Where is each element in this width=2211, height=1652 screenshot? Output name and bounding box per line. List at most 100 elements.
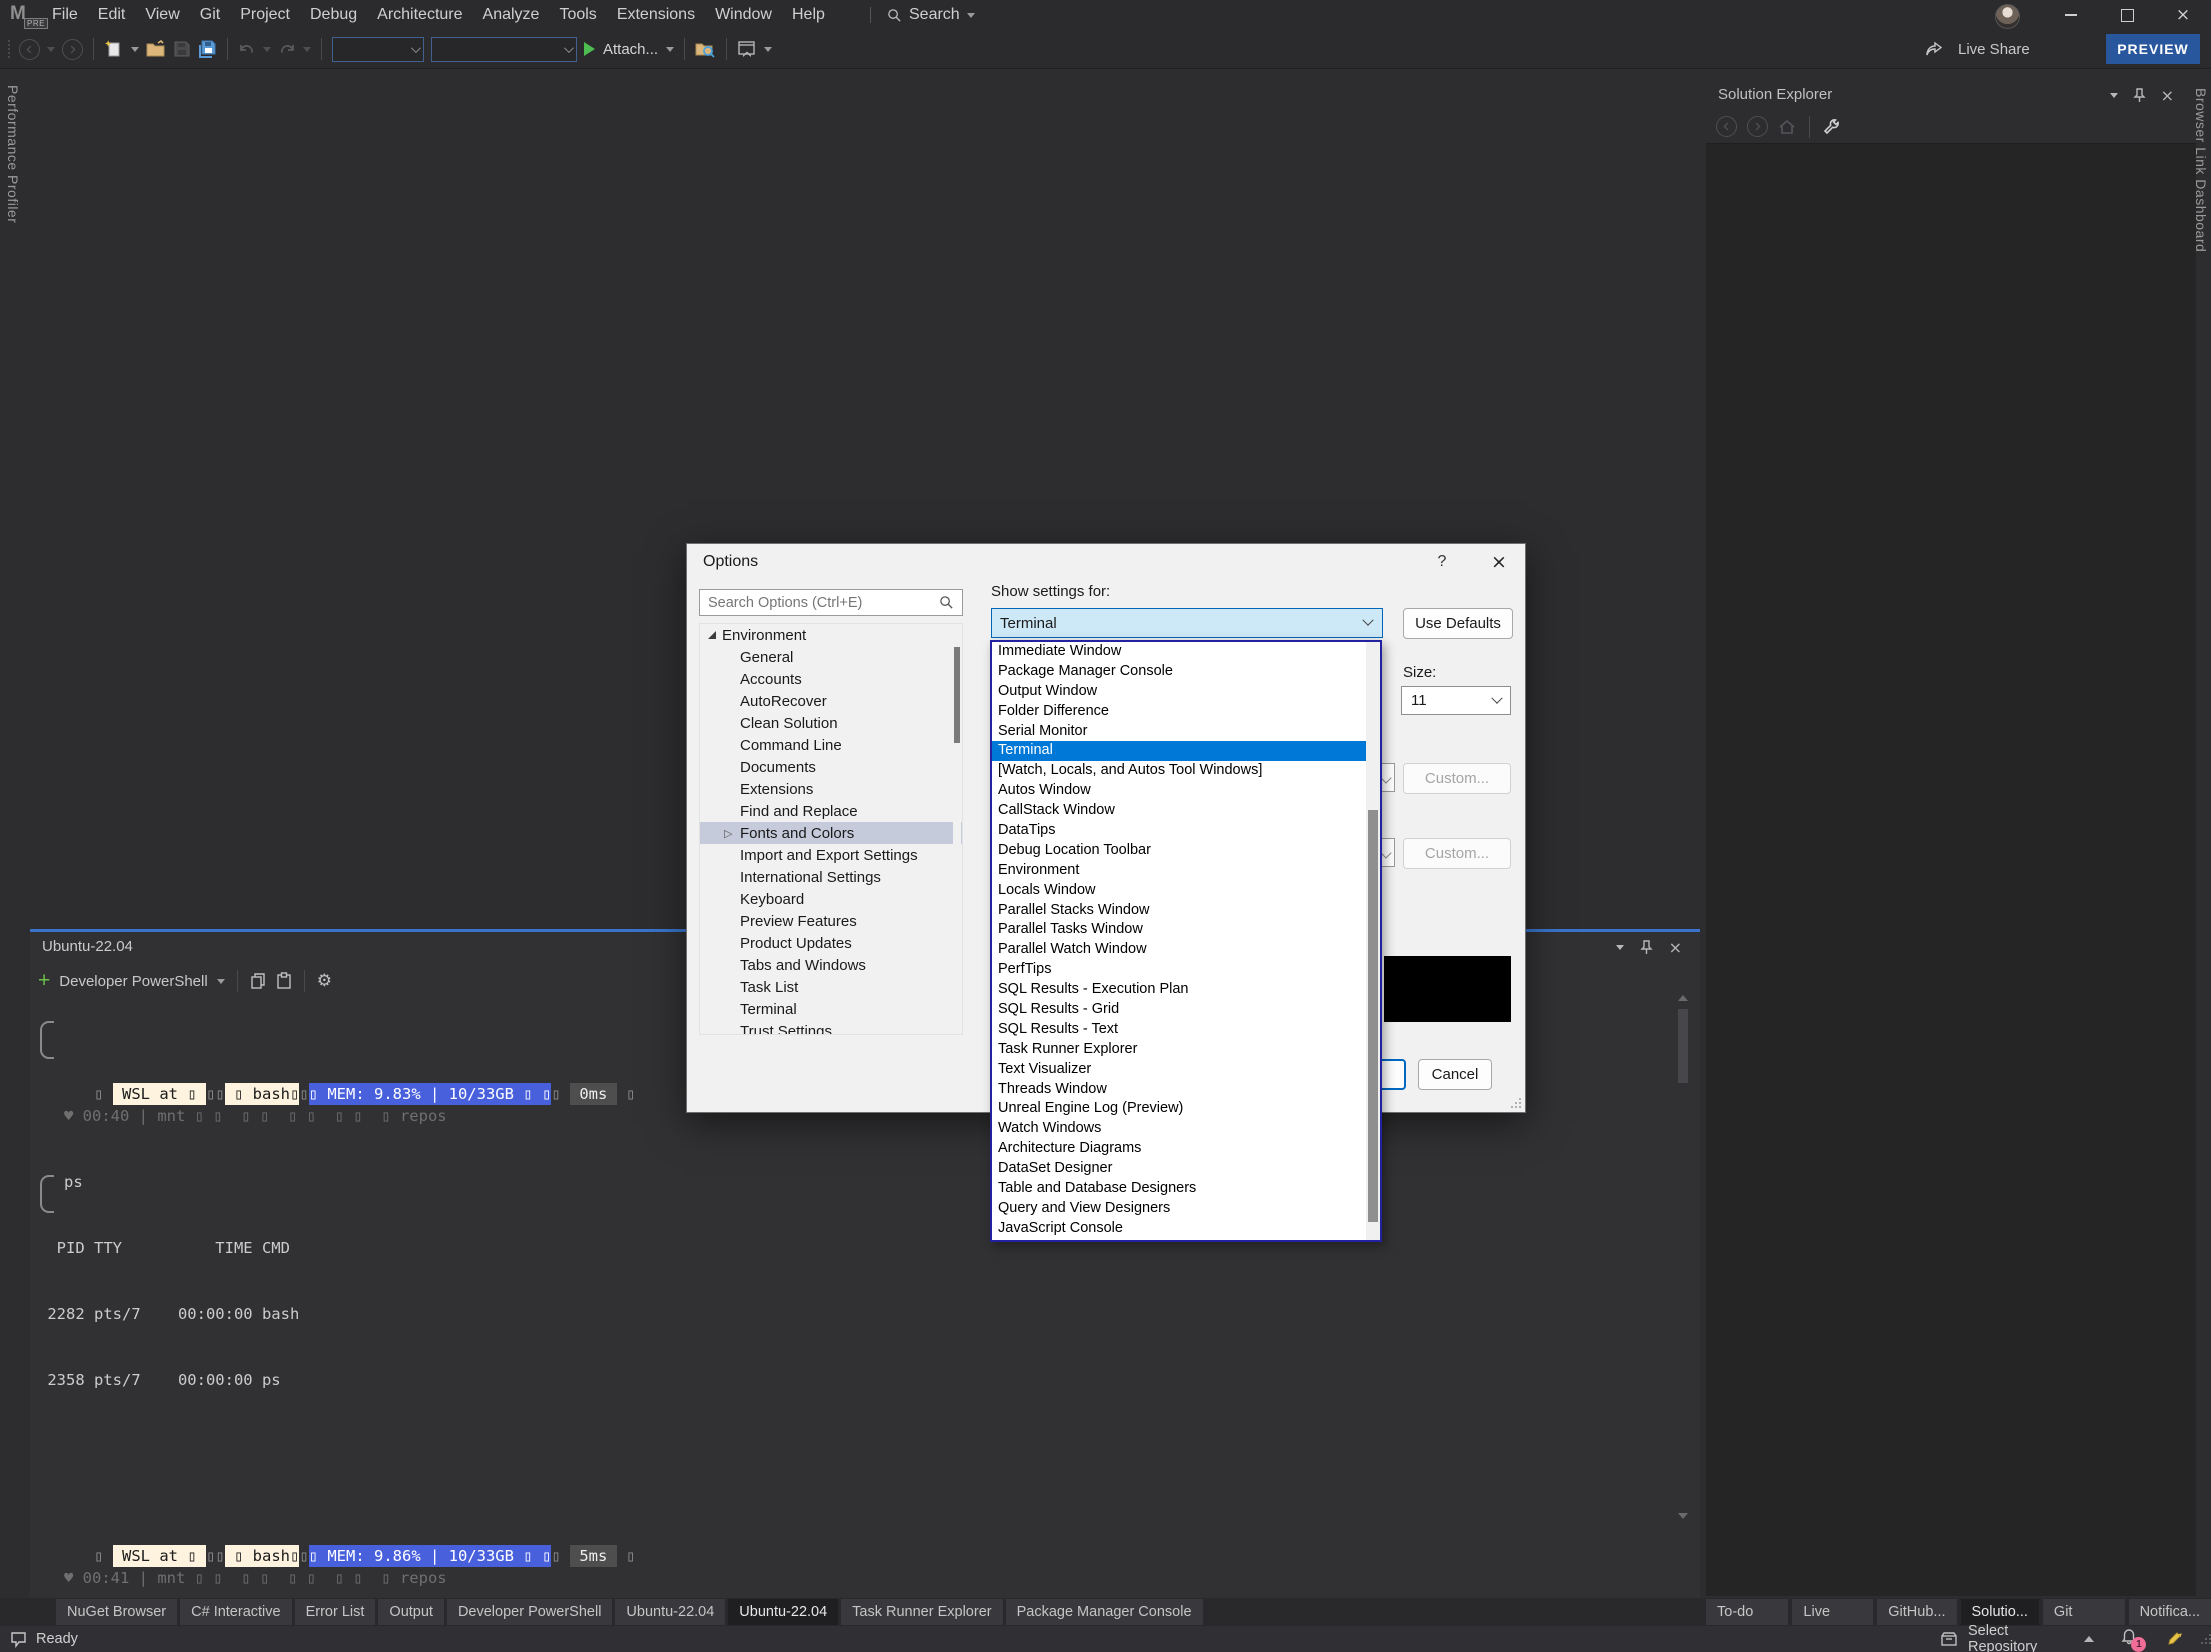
options-tree-item[interactable]: ▷ Documents [700,756,962,778]
scrollbar-thumb[interactable] [1678,1009,1688,1083]
se-back-button[interactable] [1716,116,1737,137]
dropdown-option[interactable]: Threads Window [992,1080,1380,1100]
options-tree-item[interactable]: ▷ International Settings [700,866,962,888]
shell-selector-dropdown-icon[interactable] [216,978,225,984]
options-tree-item[interactable]: ▷ Accounts [700,668,962,690]
options-tree-item[interactable]: ▷ Keyboard [700,888,962,910]
solution-platforms-combobox[interactable] [431,36,577,62]
window-position-icon[interactable] [1615,944,1624,950]
dropdown-option[interactable]: Terminal [992,741,1380,762]
show-settings-combobox[interactable]: Terminal [991,608,1383,638]
window-position-icon[interactable] [2109,92,2118,98]
attach-button[interactable]: Attach... [584,41,675,58]
options-tree-item[interactable]: ▷ Command Line [700,734,962,756]
toolbar-overflow-icon[interactable] [764,46,773,52]
redo-button[interactable] [278,41,296,57]
undo-button[interactable] [238,41,256,57]
preview-badge[interactable]: PREVIEW [2106,34,2200,64]
dropdown-option[interactable]: Serial Monitor [992,722,1380,742]
options-tree-item[interactable]: ▷ Import and Export Settings [700,844,962,866]
panel-tab[interactable]: Git Cha... [2042,1599,2125,1646]
panel-tab[interactable]: Ubuntu-22.04 [615,1599,726,1625]
navigate-back-button[interactable] [19,38,40,60]
toolbar-drag-grip-icon[interactable] [6,40,12,58]
dropdown-option[interactable]: Architecture Diagrams [992,1139,1380,1159]
panel-tab[interactable]: Developer PowerShell [446,1599,613,1625]
shell-selector[interactable]: Developer PowerShell [59,973,207,990]
dropdown-option[interactable]: Output Window [992,682,1380,702]
dropdown-option[interactable]: Parallel Watch Window [992,940,1380,960]
live-share-button[interactable]: Live Share [1958,41,2030,58]
feedback-pencil-icon[interactable] [2165,1630,2183,1648]
panel-tab[interactable]: Ubuntu-22.04 [728,1599,839,1625]
select-repository-button[interactable]: Select Repository [1968,1623,2074,1652]
use-defaults-button[interactable]: Use Defaults [1403,608,1513,639]
dropdown-option[interactable]: SQL Results - Text [992,1020,1380,1040]
dropdown-option[interactable]: Folder Difference [992,702,1380,722]
panel-tab[interactable]: Package Manager Console [1005,1599,1203,1625]
dropdown-option[interactable]: PerfTips [992,960,1380,980]
scroll-up-icon[interactable] [1678,995,1688,1001]
panel-tab[interactable]: To-do E... [1706,1599,1789,1646]
pin-icon[interactable] [2132,87,2146,103]
panel-tab[interactable]: Task Runner Explorer [841,1599,1003,1625]
pin-icon[interactable] [1639,939,1653,955]
options-tree-item[interactable]: ▷ Product Updates [700,932,962,954]
dropdown-option[interactable]: Locals Window [992,881,1380,901]
performance-profiler-side-tab[interactable]: Performance Profiler [5,85,21,223]
dropdown-option[interactable]: SQL Results - Execution Plan [992,980,1380,1000]
dialog-close-button[interactable]: × [1487,551,1511,573]
menu-item[interactable]: Edit [88,0,136,30]
dropdown-option[interactable]: [Watch, Locals, and Autos Tool Windows] [992,761,1380,781]
panel-tab[interactable]: Notifica... [2128,1599,2211,1625]
options-tree-item[interactable]: ▷ Tabs and Windows [700,954,962,976]
cancel-button[interactable]: Cancel [1418,1059,1492,1090]
tree-scrollbar[interactable] [953,625,961,1033]
dropdown-option[interactable]: Query and View Designers [992,1199,1380,1219]
dropdown-option[interactable]: DataSet Designer [992,1159,1380,1179]
menu-item[interactable]: Analyze [473,0,550,30]
scrollbar-thumb[interactable] [1368,810,1378,1222]
dropdown-option[interactable]: Package Manager Console [992,662,1380,682]
options-search-input[interactable] [699,589,963,616]
dropdown-scrollbar[interactable] [1366,642,1380,1240]
se-forward-button[interactable] [1747,116,1768,137]
menu-item[interactable]: Git [190,0,230,30]
maximize-button[interactable] [2099,0,2155,30]
terminal-settings-gear-icon[interactable]: ⚙ [317,972,332,990]
panel-tab[interactable]: Error List [294,1599,376,1625]
panel-tab[interactable]: C# Interactive [180,1599,292,1625]
back-dropdown-icon[interactable] [47,46,55,52]
paste-icon[interactable] [276,972,292,990]
scroll-down-icon[interactable] [1678,1513,1688,1519]
dropdown-option[interactable]: Autos Window [992,781,1380,801]
find-in-files-button[interactable] [695,40,716,59]
undo-dropdown-icon[interactable] [263,46,271,52]
wrench-icon[interactable] [1823,118,1840,135]
solution-configurations-combobox[interactable] [332,36,424,62]
dropdown-option[interactable]: Parallel Stacks Window [992,901,1380,921]
dropdown-option[interactable]: Task Runner Explorer [992,1040,1380,1060]
dropdown-option[interactable]: Unreal Engine Log (Preview) [992,1099,1380,1119]
menu-item[interactable]: View [135,0,189,30]
options-tree-item[interactable]: ▷ Clean Solution [700,712,962,734]
dialog-help-button[interactable]: ? [1431,553,1453,571]
menu-item[interactable]: Help [782,0,835,30]
menu-item[interactable]: Debug [300,0,367,30]
panel-tab[interactable]: Output [378,1599,444,1625]
dropdown-option[interactable]: Text Visualizer [992,1060,1380,1080]
open-folder-button[interactable] [146,40,166,58]
options-tree-item[interactable]: ▷ Extensions [700,778,962,800]
save-button[interactable] [173,40,191,58]
navigate-forward-button[interactable] [62,38,83,60]
options-tree-item[interactable]: ▷ Fonts and Colors [700,822,962,844]
size-combobox[interactable]: 11 [1401,686,1511,715]
terminal-scrollbar[interactable] [1678,995,1690,1519]
close-panel-icon[interactable]: × [1669,938,1682,957]
options-tree-item[interactable]: ▷ Task List [700,976,962,998]
menu-item[interactable]: File [42,0,88,30]
dropdown-option[interactable]: Environment [992,861,1380,881]
dropdown-option[interactable]: Debug Location Toolbar [992,841,1380,861]
dropdown-option[interactable]: Parallel Tasks Window [992,920,1380,940]
feedback-bubble-icon[interactable] [10,1631,27,1648]
